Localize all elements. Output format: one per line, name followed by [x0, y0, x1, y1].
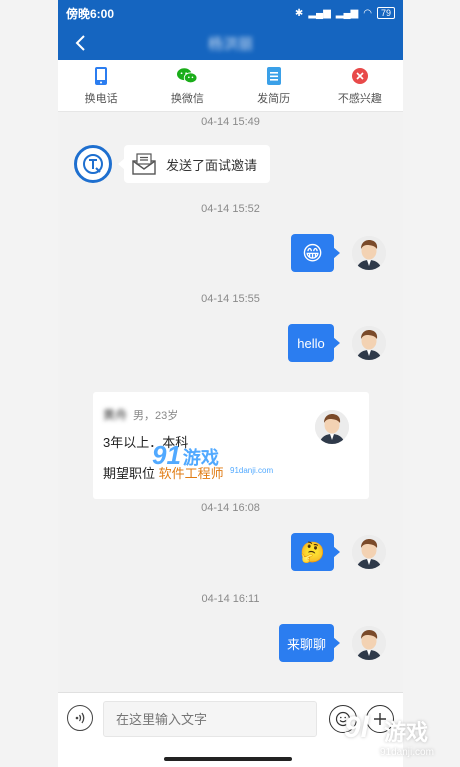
page: 傍晚6:00 ✱ ▂▄▆ ▂▄▆ ◠ 79 杨洪丽 换电话 换微信 发简历 不感… — [0, 0, 460, 767]
hello-message[interactable]: hello — [288, 324, 340, 362]
action-bar: 换电话 换微信 发简历 不感兴趣 — [58, 60, 403, 112]
page-title: 杨洪丽 — [207, 35, 253, 53]
watermark: 91 游戏 91danji.com — [152, 440, 273, 475]
avatar[interactable] — [352, 236, 386, 270]
candidate-avatar — [315, 410, 349, 444]
interview-invite-message[interactable]: 发送了面试邀请 — [118, 145, 270, 183]
home-indicator[interactable] — [164, 757, 292, 761]
chat-message[interactable]: 来聊聊 — [279, 624, 340, 662]
voice-icon — [75, 712, 85, 724]
chevron-left-icon — [75, 35, 85, 51]
expect-label: 期望职位 — [103, 466, 156, 481]
timestamp: 04-14 15:49 — [201, 116, 260, 128]
status-bar: 傍晚6:00 ✱ ▂▄▆ ▂▄▆ ◠ 79 — [58, 0, 403, 26]
invite-text: 发送了面试邀请 — [166, 157, 258, 173]
watermark-number: 91 — [152, 440, 181, 470]
user-avatar-icon — [352, 326, 386, 360]
message-input[interactable] — [103, 701, 317, 737]
emoji-message[interactable]: 🤔 — [291, 533, 340, 571]
emoji-message[interactable]: 😁 — [291, 234, 340, 272]
left-backdrop — [0, 0, 58, 767]
action-send-resume[interactable]: 发简历 — [231, 60, 317, 111]
bluetooth-icon: ✱ — [294, 7, 304, 19]
phone-icon — [91, 66, 111, 86]
phone-screen: 傍晚6:00 ✱ ▂▄▆ ▂▄▆ ◠ 79 杨洪丽 换电话 换微信 发简历 不感… — [58, 0, 403, 767]
action-exchange-wechat[interactable]: 换微信 — [144, 60, 230, 111]
action-label: 换微信 — [170, 92, 204, 105]
company-logo[interactable] — [74, 145, 112, 183]
company-logo-icon — [83, 154, 103, 174]
timestamp: 04-14 15:52 — [201, 203, 260, 215]
resume-icon — [264, 66, 284, 86]
corner-watermark-text: 游戏 — [384, 720, 429, 745]
wechat-icon — [177, 66, 198, 86]
status-time: 傍晚6:00 — [66, 6, 115, 21]
title-bar: 杨洪丽 — [58, 26, 403, 60]
action-not-interested[interactable]: 不感兴趣 — [317, 60, 403, 111]
action-label: 不感兴趣 — [337, 92, 382, 105]
user-avatar-icon — [315, 410, 349, 444]
envelope-icon — [132, 153, 156, 175]
wifi-icon: ◠ — [363, 7, 372, 19]
action-label: 换电话 — [84, 92, 118, 105]
voice-button[interactable] — [67, 705, 93, 731]
back-button[interactable] — [68, 31, 92, 55]
message-text: 来聊聊 — [286, 636, 326, 652]
status-icons: ✱ ▂▄▆ ▂▄▆ ◠ 79 — [295, 7, 395, 19]
signal2-icon: ▂▄▆ — [335, 7, 359, 19]
user-avatar-icon — [352, 535, 386, 569]
timestamp: 04-14 16:11 — [201, 593, 260, 605]
avatar[interactable] — [352, 535, 386, 569]
resume-card[interactable]: 黄舟 男，23岁 3年以上．本科 期望职位 软件工程师 — [93, 392, 369, 499]
timestamp: 04-14 15:55 — [201, 293, 260, 305]
thinking-emoji: 🤔 — [300, 541, 325, 564]
message-text: hello — [297, 335, 325, 351]
close-icon — [350, 66, 370, 86]
battery-icon: 79 — [376, 7, 395, 19]
watermark-domain: 91danji.com — [230, 466, 274, 475]
right-backdrop — [403, 0, 460, 767]
candidate-info: 黄舟 男，23岁 — [103, 406, 178, 423]
action-exchange-phone[interactable]: 换电话 — [58, 60, 144, 111]
user-avatar-icon — [352, 626, 386, 660]
user-avatar-icon — [352, 236, 386, 270]
corner-watermark-domain: 91danji.com — [380, 747, 434, 758]
corner-watermark-number: 9l — [344, 711, 370, 744]
watermark-text: 游戏 — [182, 448, 219, 468]
signal-icon: ▂▄▆ — [308, 7, 331, 19]
corner-watermark: 9l 游戏 91danji.com — [340, 707, 460, 763]
candidate-meta: 男，23岁 — [133, 409, 179, 422]
action-label: 发简历 — [257, 92, 291, 105]
avatar[interactable] — [352, 626, 386, 660]
avatar[interactable] — [352, 326, 386, 360]
candidate-name: 黄舟 — [103, 408, 128, 422]
timestamp: 04-14 16:08 — [201, 502, 260, 514]
grin-emoji: 😁 — [302, 242, 323, 265]
